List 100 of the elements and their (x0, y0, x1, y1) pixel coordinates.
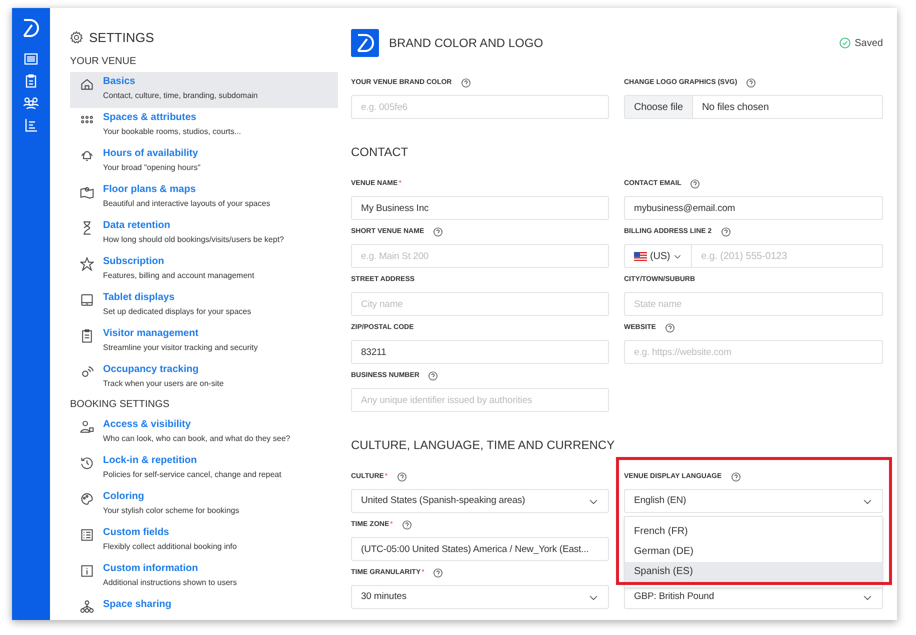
sidebar-item[interactable]: Subscription Features, billing and account management (70, 252, 338, 288)
item-description: Who can look, who can book, and what do they see? (103, 432, 290, 444)
sidebar-item[interactable]: Access & visibility Who can look, who can book, and what do they see? (70, 414, 338, 450)
logo-icon (351, 29, 379, 57)
help-icon (396, 472, 407, 482)
palette-icon (80, 492, 94, 506)
item-title: Coloring (103, 490, 146, 504)
help-icon (428, 371, 438, 381)
input-field[interactable]: Any unique identifier issued by authorities (351, 388, 609, 412)
item-title: Data retention (103, 218, 172, 232)
sidebar-item[interactable]: Lock-in & repetition Policies for self-service cancel, change and repeat (70, 450, 338, 486)
input-field[interactable]: mybusiness@email.com (624, 196, 883, 220)
sidebar-item[interactable]: Hours of availability Your broad "opening hours" (70, 144, 338, 180)
dropdown-option[interactable]: French (FR) (625, 522, 882, 542)
help-icon (460, 78, 471, 88)
clipboard-icon (80, 328, 94, 342)
item-title: Tablet displays (103, 290, 176, 304)
item-title: Space sharing (103, 598, 172, 612)
sidebar-item[interactable]: Space sharing (70, 594, 338, 620)
item-title: Basics (103, 74, 136, 88)
bell-icon (80, 148, 94, 162)
file-status: No files chosen (702, 100, 769, 114)
sidebar-item[interactable]: Custom information Additional instructions shown to users (70, 558, 338, 594)
dropdown-option[interactable]: Spanish (ES) (625, 562, 882, 582)
form-icon (80, 528, 94, 542)
sidebar-item[interactable]: Tablet displays Set up dedicated displays for your spaces (70, 288, 338, 324)
item-description: Your bookable rooms, studios, courts... (103, 126, 241, 138)
history-icon (80, 456, 94, 470)
item-title: Floor plans & maps (103, 182, 197, 196)
section-label: YOUR VENUE (70, 54, 138, 68)
settings-icon (70, 31, 83, 44)
help-icon (664, 323, 675, 333)
input-field[interactable]: e.g. Main St 200 (351, 244, 609, 268)
input-field[interactable]: e.g. 005fe6 (351, 95, 609, 119)
tablet-icon (80, 292, 94, 306)
saved-status: Saved (854, 36, 883, 50)
item-title: Subscription (103, 254, 166, 268)
help-icon (730, 472, 741, 482)
item-description: Additional instructions shown to users (103, 576, 237, 588)
sidebar-item[interactable]: Floor plans & maps Beautiful and interactive layouts of your spaces (70, 180, 338, 216)
input-field[interactable]: e.g. https://website.com (624, 340, 883, 364)
check-circle-icon (838, 37, 851, 49)
section-title: BRAND COLOR AND LOGO (389, 35, 544, 52)
item-title: Access & visibility (103, 418, 192, 432)
star-icon (80, 256, 94, 270)
sidebar-item[interactable]: Spaces & attributes Your bookable rooms, studios, courts... (70, 108, 338, 144)
item-description: Policies for self-service cancel, change and repeat (103, 468, 282, 480)
help-icon (720, 227, 731, 237)
input-field[interactable]: City name (351, 292, 609, 316)
sidebar-item[interactable]: Visitor management Streamline your visitor tracking and security (70, 324, 338, 360)
section-heading: CONTACT (351, 144, 410, 161)
logo-icon[interactable] (21, 18, 41, 38)
select-field[interactable]: United States (Spanish-speaking areas) (351, 489, 609, 513)
item-title: Lock-in & repetition (103, 454, 198, 468)
item-description: Your broad "opening hours" (103, 162, 200, 174)
sidebar-item[interactable]: Custom fields Flexibly collect additional booking info (70, 522, 338, 558)
help-icon (433, 568, 444, 578)
help-icon (402, 520, 412, 530)
item-description: Flexibly collect additional booking info (103, 540, 237, 552)
phone-field[interactable]: (US) e.g. (201) 555-0123 (624, 244, 883, 268)
item-title: Occupancy tracking (103, 362, 200, 376)
sidebar-item[interactable]: Data retention How long should old bookings/visits/users be kept? (70, 216, 338, 252)
flag-icon (634, 252, 647, 260)
item-title: Hours of availability (103, 146, 200, 160)
item-title: Custom information (103, 562, 199, 576)
input-field[interactable]: (UTC-05:00 United States) America / New_York (East... (351, 537, 609, 561)
item-title: Custom fields (103, 526, 170, 540)
country-code-select[interactable]: (US) (625, 245, 692, 267)
clipboard-icon[interactable] (24, 74, 38, 88)
item-description: Track when your users are on-site (103, 378, 224, 390)
item-description: Contact, culture, time, branding, subdomain (103, 90, 258, 102)
item-description: Streamline your visitor tracking and security (103, 342, 258, 354)
item-description: Set up dedicated displays for your spaces (103, 306, 252, 318)
item-title: Spaces & attributes (103, 110, 198, 124)
help-icon (690, 179, 700, 189)
select-field[interactable]: English (EN) (624, 489, 883, 513)
signal-icon (80, 364, 94, 378)
network-icon (80, 600, 94, 614)
users-icon[interactable] (23, 96, 39, 110)
help-icon (433, 227, 444, 237)
item-description: Your stylish color scheme for bookings (103, 504, 240, 516)
sidebar-item[interactable]: Basics Contact, culture, time, branding, subdomain (70, 72, 338, 108)
list-icon[interactable] (24, 52, 38, 66)
select-field[interactable]: 30 minutes (351, 585, 609, 609)
chart-icon[interactable] (24, 118, 38, 132)
item-description: Beautiful and interactive layouts of your spaces (103, 198, 270, 210)
input-field[interactable]: My Business Inc (351, 196, 609, 220)
help-icon (746, 78, 756, 88)
dropdown-option[interactable]: German (DE) (625, 542, 882, 562)
input-field[interactable]: State name (624, 292, 883, 316)
file-field[interactable]: Choose file No files chosen (624, 95, 883, 119)
sidebar-item[interactable]: Occupancy tracking Track when your users are on-site (70, 360, 338, 396)
choose-file-button[interactable]: Choose file (625, 96, 693, 118)
item-title: Visitor management (103, 326, 200, 340)
sidebar-item[interactable]: Coloring Your stylish color scheme for bookings (70, 486, 338, 522)
input-field[interactable]: 83211 (351, 340, 609, 364)
info-icon (80, 564, 94, 578)
item-description: How long should old bookings/visits/users be kept? (103, 234, 284, 246)
section-heading: CULTURE, LANGUAGE, TIME AND CURRENCY (351, 437, 616, 454)
home-icon (80, 76, 94, 90)
